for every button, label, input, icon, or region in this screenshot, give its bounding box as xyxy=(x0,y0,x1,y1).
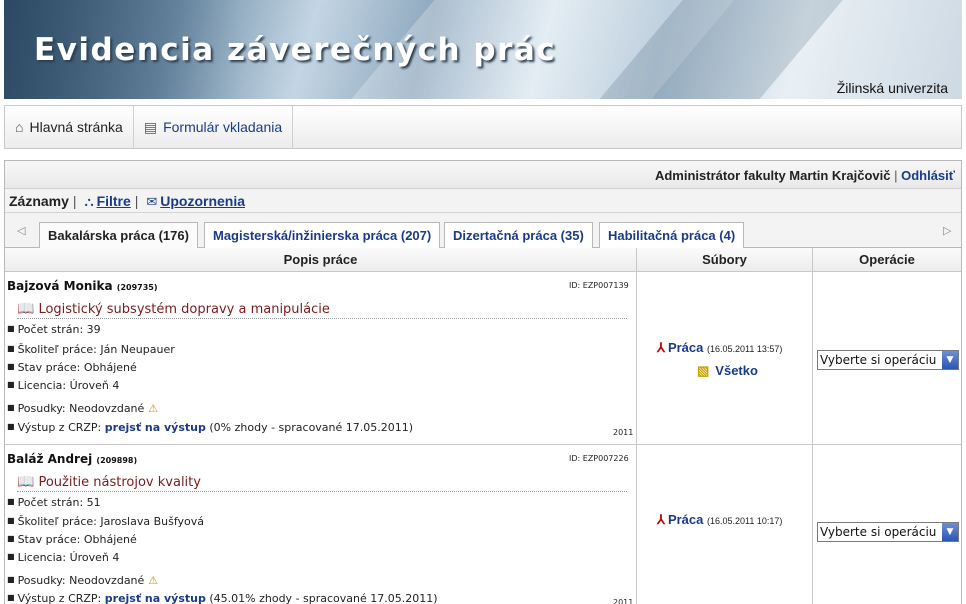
crzp-link[interactable]: prejsť na výstup xyxy=(105,421,206,434)
tab-habilitation[interactable]: Habilitačná práca (4) xyxy=(599,222,745,248)
license: ■ Licencia: Úroveň 4 xyxy=(7,551,120,564)
crzp-output: ■ Výstup z CRZP: prejsť na výstup (45.01%… xyxy=(7,592,438,604)
operation-select[interactable]: Vyberte si operáciu ▼ xyxy=(817,522,959,542)
reviews: ■ Posudky: Neodovzdané ⚠ xyxy=(7,574,159,587)
records-bar: Záznamy | ⛬ Filtre | ✉ Upozornenia xyxy=(5,189,961,213)
menu-home[interactable]: ⌂ Hlavná stránka xyxy=(5,106,134,148)
home-icon: ⌂ xyxy=(15,119,24,135)
main-panel: Administrátor fakulty Martin Krajčovič |… xyxy=(4,160,962,604)
operation-select[interactable]: Vyberte si operáciu ▼ xyxy=(817,350,959,370)
table-header: Popis práce Súbory Operácie xyxy=(5,248,961,272)
crzp-link[interactable]: prejsť na výstup xyxy=(105,592,206,604)
app-title: Evidencia záverečných prác xyxy=(34,32,557,68)
tab-bachelor[interactable]: Bakalárska práca (176) xyxy=(39,222,198,249)
col-description: Popis práce xyxy=(283,252,358,267)
document-icon: ▤ xyxy=(143,118,158,135)
menu-home-label: Hlavná stránka xyxy=(29,119,123,135)
crzp-output: ■ Výstup z CRZP: prejsť na výstup (0% zho… xyxy=(7,421,414,434)
records-separator-2: | xyxy=(134,193,139,209)
license: ■ Licencia: Úroveň 4 xyxy=(7,379,120,392)
tab-bar: ◁ Bakalárska práca (176) Magisterská/inž… xyxy=(5,213,961,249)
alerts-link[interactable]: Upozornenia xyxy=(160,193,245,209)
supervisor: ■ Školiteľ práce: Ján Neupauer xyxy=(7,343,175,356)
record-id: ID: EZP007226 xyxy=(569,454,629,463)
thesis-title[interactable]: 📖 Logistický subsystém dopravy a manipulá… xyxy=(17,301,627,319)
all-files-link[interactable]: ▧ Všetko xyxy=(697,363,758,379)
header-banner: Evidencia záverečných prác Žilinská univ… xyxy=(4,0,962,99)
file-link[interactable]: ⅄ Práca (16.05.2011 13:57) xyxy=(657,340,782,356)
book-icon: 📖 xyxy=(17,301,35,317)
author-name: Baláž Andrej (209898) xyxy=(7,452,138,466)
tab-scroll-left-icon[interactable]: ◁ xyxy=(17,224,25,237)
admin-bar: Administrátor fakulty Martin Krajčovič |… xyxy=(5,161,961,189)
admin-user: Administrátor fakulty Martin Krajčovič xyxy=(654,168,891,183)
file-link[interactable]: ⅄ Práca (16.05.2011 10:17) xyxy=(657,512,782,528)
filters-link[interactable]: Filtre xyxy=(97,193,131,209)
records-label: Záznamy xyxy=(9,193,69,209)
col-operations: Operácie xyxy=(859,252,915,267)
chevron-down-icon: ▼ xyxy=(942,351,958,369)
thesis-title[interactable]: 📖 Použitie nástrojov kvality xyxy=(17,474,627,492)
year: 2011 xyxy=(613,428,634,437)
tab-master[interactable]: Magisterská/inžinierska práca (207) xyxy=(204,222,441,248)
reviews: ■ Posudky: Neodovzdané ⚠ xyxy=(7,402,159,415)
record-id: ID: EZP007139 xyxy=(569,281,629,290)
university-name: Žilinská univerzita xyxy=(836,80,948,96)
thesis-state: ■ Stav práce: Obhájené xyxy=(7,361,137,374)
table-row: Baláž Andrej (209898) ID: EZP007226 📖 Pou… xyxy=(5,446,961,604)
pdf-icon: ⅄ xyxy=(657,340,665,355)
logout-link[interactable]: Odhlásiť xyxy=(901,168,955,183)
pdf-icon: ⅄ xyxy=(657,512,665,527)
author-name: Bajzová Monika (209735) xyxy=(7,279,158,293)
warning-icon: ⚠ xyxy=(148,574,159,587)
menu-form-label: Formulár vkladania xyxy=(163,119,283,135)
binoculars-icon: ⛬ xyxy=(84,194,94,209)
envelope-icon: ✉ xyxy=(146,194,158,209)
chevron-down-icon: ▼ xyxy=(942,523,958,541)
records-separator: | xyxy=(72,193,77,209)
tab-scroll-right-icon[interactable]: ▷ xyxy=(943,224,951,237)
top-menu: ⌂ Hlavná stránka ▤ Formulár vkladania xyxy=(4,105,962,149)
warning-icon: ⚠ xyxy=(148,402,159,415)
year: 2011 xyxy=(613,598,634,604)
table-row: Bajzová Monika (209735) ID: EZP007139 📖 L… xyxy=(5,273,961,445)
pages-count: ■ Počet strán: 51 xyxy=(7,496,101,509)
supervisor: ■ Školiteľ práce: Jaroslava Bušfyová xyxy=(7,515,205,528)
files-icon: ▧ xyxy=(697,363,710,378)
thesis-state: ■ Stav práce: Obhájené xyxy=(7,533,137,546)
menu-form[interactable]: ▤ Formulár vkladania xyxy=(134,106,294,148)
tab-dissertation[interactable]: Dizertačná práca (35) xyxy=(444,222,593,248)
admin-separator: | xyxy=(894,168,898,183)
book-icon: 📖 xyxy=(17,474,35,490)
col-files: Súbory xyxy=(702,252,747,267)
pages-count: ■ Počet strán: 39 xyxy=(7,323,101,336)
